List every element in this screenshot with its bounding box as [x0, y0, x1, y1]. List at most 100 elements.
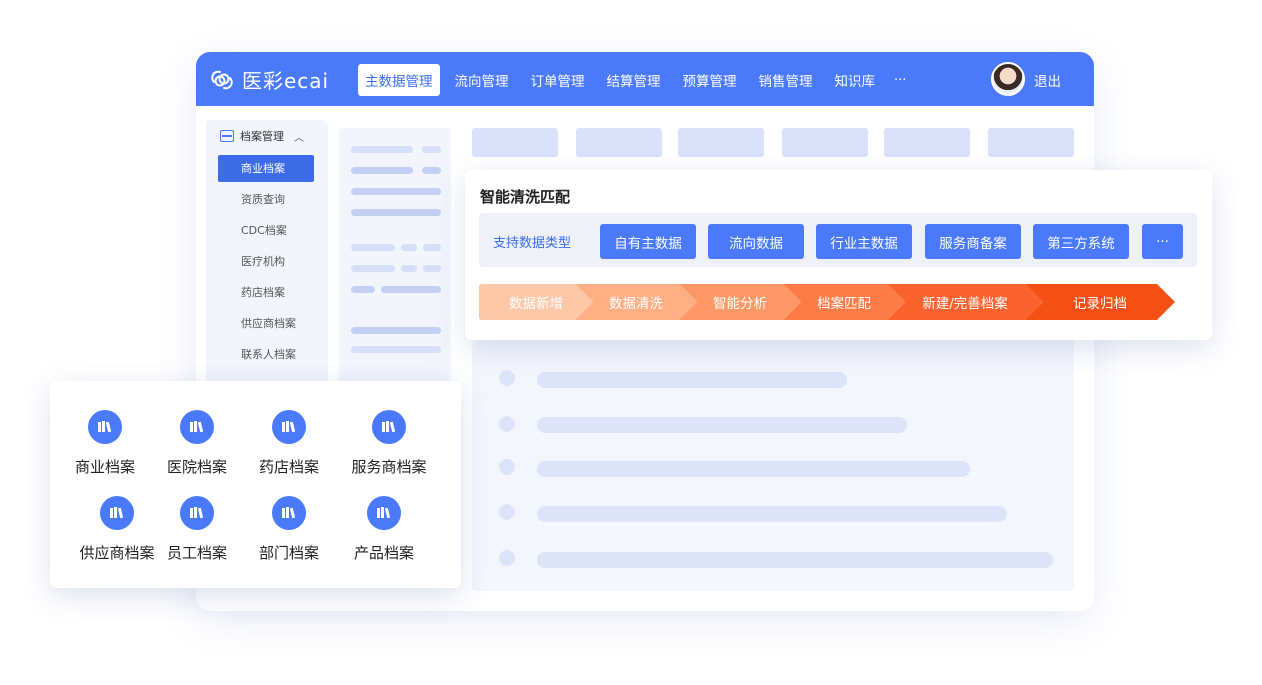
nav-more-button[interactable]: ··· [890, 67, 910, 94]
tab-placeholder [782, 128, 868, 157]
main-nav: 主数据管理 流向管理 订单管理 结算管理 预算管理 销售管理 知识库 ··· [358, 64, 910, 96]
archive-item-pharmacy[interactable]: 药店档案 [239, 410, 339, 477]
sidebar-item-supplier[interactable]: 供应商档案 [218, 310, 314, 337]
flow-step-match: 档案匹配 [783, 284, 905, 320]
type-button-flow[interactable]: 流向数据 [708, 224, 804, 259]
archive-label: 员工档案 [166, 544, 227, 562]
archive-label: 供应商档案 [79, 544, 155, 562]
placeholder-bar [401, 265, 417, 272]
list-line [537, 461, 970, 477]
placeholder-bar [351, 146, 413, 153]
logo-icon [211, 70, 233, 89]
archive-label: 服务商档案 [351, 458, 427, 476]
brand-logo[interactable]: 医彩ecai [210, 65, 329, 94]
archive-item-department[interactable]: 部门档案 [239, 496, 339, 563]
list-dot [499, 504, 515, 520]
placeholder-bar [401, 244, 417, 251]
sidebar-item-medical-institution[interactable]: 医疗机构 [218, 248, 314, 275]
sidebar-item-contact[interactable]: 联系人档案 [218, 341, 314, 368]
brand-name: 医彩ecai [242, 69, 330, 93]
type-button-own-master[interactable]: 自有主数据 [600, 224, 696, 259]
sidebar-item-cdc[interactable]: CDC档案 [218, 217, 314, 244]
type-more-button[interactable]: ··· [1142, 224, 1183, 259]
flow-step-create-archive: 新建/完善档案 [887, 284, 1043, 320]
archive-icon [100, 496, 134, 530]
chevron-up-icon: ︿ [294, 132, 304, 144]
placeholder-bar [351, 265, 395, 272]
placeholder-bar [422, 167, 441, 174]
placeholder-bar [351, 209, 441, 216]
nav-item-orders[interactable]: 订单管理 [524, 64, 592, 96]
list-line [537, 552, 1053, 568]
archive-item-service-provider[interactable]: 服务商档案 [339, 410, 439, 477]
archive-icon [180, 496, 214, 530]
stage: 医彩ecai 主数据管理 流向管理 订单管理 结算管理 预算管理 销售管理 知识… [0, 0, 1262, 685]
tab-placeholder [576, 128, 662, 157]
nav-item-knowledge[interactable]: 知识库 [828, 64, 883, 96]
nav-item-budget[interactable]: 预算管理 [676, 64, 744, 96]
tab-placeholder [988, 128, 1074, 157]
archive-icon [272, 496, 306, 530]
archive-item-hospital[interactable]: 医院档案 [147, 410, 247, 477]
list-line [537, 506, 1007, 522]
sidebar-item-qualification[interactable]: 资质查询 [218, 186, 314, 213]
type-button-service-filing[interactable]: 服务商备案 [925, 224, 1021, 259]
folder-icon [220, 130, 234, 142]
placeholder-bar [351, 188, 441, 195]
flow-step-archive-record: 记录归档 [1025, 284, 1175, 320]
archive-label: 医院档案 [166, 458, 227, 476]
placeholder-bar [351, 286, 375, 293]
list-dot [499, 459, 515, 475]
list-dot [499, 370, 515, 386]
nav-item-flow[interactable]: 流向管理 [448, 64, 516, 96]
flow-step-add: 数据新增 [479, 284, 593, 320]
list-line [537, 372, 847, 388]
placeholder-bar [423, 265, 441, 272]
type-button-third-party[interactable]: 第三方系统 [1033, 224, 1129, 259]
avatar[interactable] [991, 62, 1025, 96]
archive-icon [88, 410, 122, 444]
data-type-row: 支持数据类型 自有主数据 流向数据 行业主数据 服务商备案 第三方系统 ··· [479, 213, 1197, 267]
archive-label: 商业档案 [74, 458, 135, 476]
list-line [537, 417, 907, 433]
flow-step-analyze: 智能分析 [679, 284, 801, 320]
logout-button[interactable]: 退出 [1034, 70, 1061, 90]
placeholder-bar [351, 167, 413, 174]
sidebar-group-archives[interactable]: 档案管理 ︿ [220, 128, 304, 144]
placeholder-bar [381, 286, 441, 293]
placeholder-bar [351, 244, 395, 251]
top-nav-bar: 医彩ecai 主数据管理 流向管理 订单管理 结算管理 预算管理 销售管理 知识… [196, 52, 1094, 106]
archive-icon [367, 496, 401, 530]
sidebar-group-label: 档案管理 [240, 130, 284, 143]
archive-label: 产品档案 [353, 544, 414, 562]
placeholder-bar [351, 327, 441, 334]
archive-label: 药店档案 [258, 458, 319, 476]
nav-item-settlement[interactable]: 结算管理 [600, 64, 668, 96]
sidebar-item-pharmacy[interactable]: 药店档案 [218, 279, 314, 306]
archive-label: 部门档案 [258, 544, 319, 562]
list-dot [499, 550, 515, 566]
archive-icon [180, 410, 214, 444]
smart-cleaning-title: 智能清洗匹配 [480, 188, 571, 206]
archive-types-card: 商业档案 医院档案 药店档案 服务商档案 供应商档案 员工档案 部门档案 产品档… [50, 381, 461, 588]
placeholder-bar [422, 146, 441, 153]
nav-item-sales[interactable]: 销售管理 [752, 64, 820, 96]
sidebar: 档案管理 ︿ 商业档案 资质查询 CDC档案 医疗机构 药店档案 供应商档案 联… [206, 120, 328, 390]
nav-item-master-data[interactable]: 主数据管理 [358, 64, 440, 96]
sidebar-item-commercial[interactable]: 商业档案 [218, 155, 314, 182]
archive-icon [272, 410, 306, 444]
smart-cleaning-card: 智能清洗匹配 支持数据类型 自有主数据 流向数据 行业主数据 服务商备案 第三方… [465, 170, 1212, 340]
tab-placeholder [884, 128, 970, 157]
placeholder-column [339, 128, 451, 390]
list-area [472, 340, 1074, 591]
data-type-label: 支持数据类型 [493, 236, 572, 251]
archive-item-commercial[interactable]: 商业档案 [55, 410, 155, 477]
archive-item-employee[interactable]: 员工档案 [147, 496, 247, 563]
type-button-industry-master[interactable]: 行业主数据 [816, 224, 912, 259]
placeholder-bar [423, 244, 441, 251]
list-dot [499, 416, 515, 432]
flow-step-clean: 数据清洗 [575, 284, 697, 320]
tab-placeholder [678, 128, 764, 157]
archive-item-product[interactable]: 产品档案 [334, 496, 434, 563]
tab-placeholder [472, 128, 558, 157]
